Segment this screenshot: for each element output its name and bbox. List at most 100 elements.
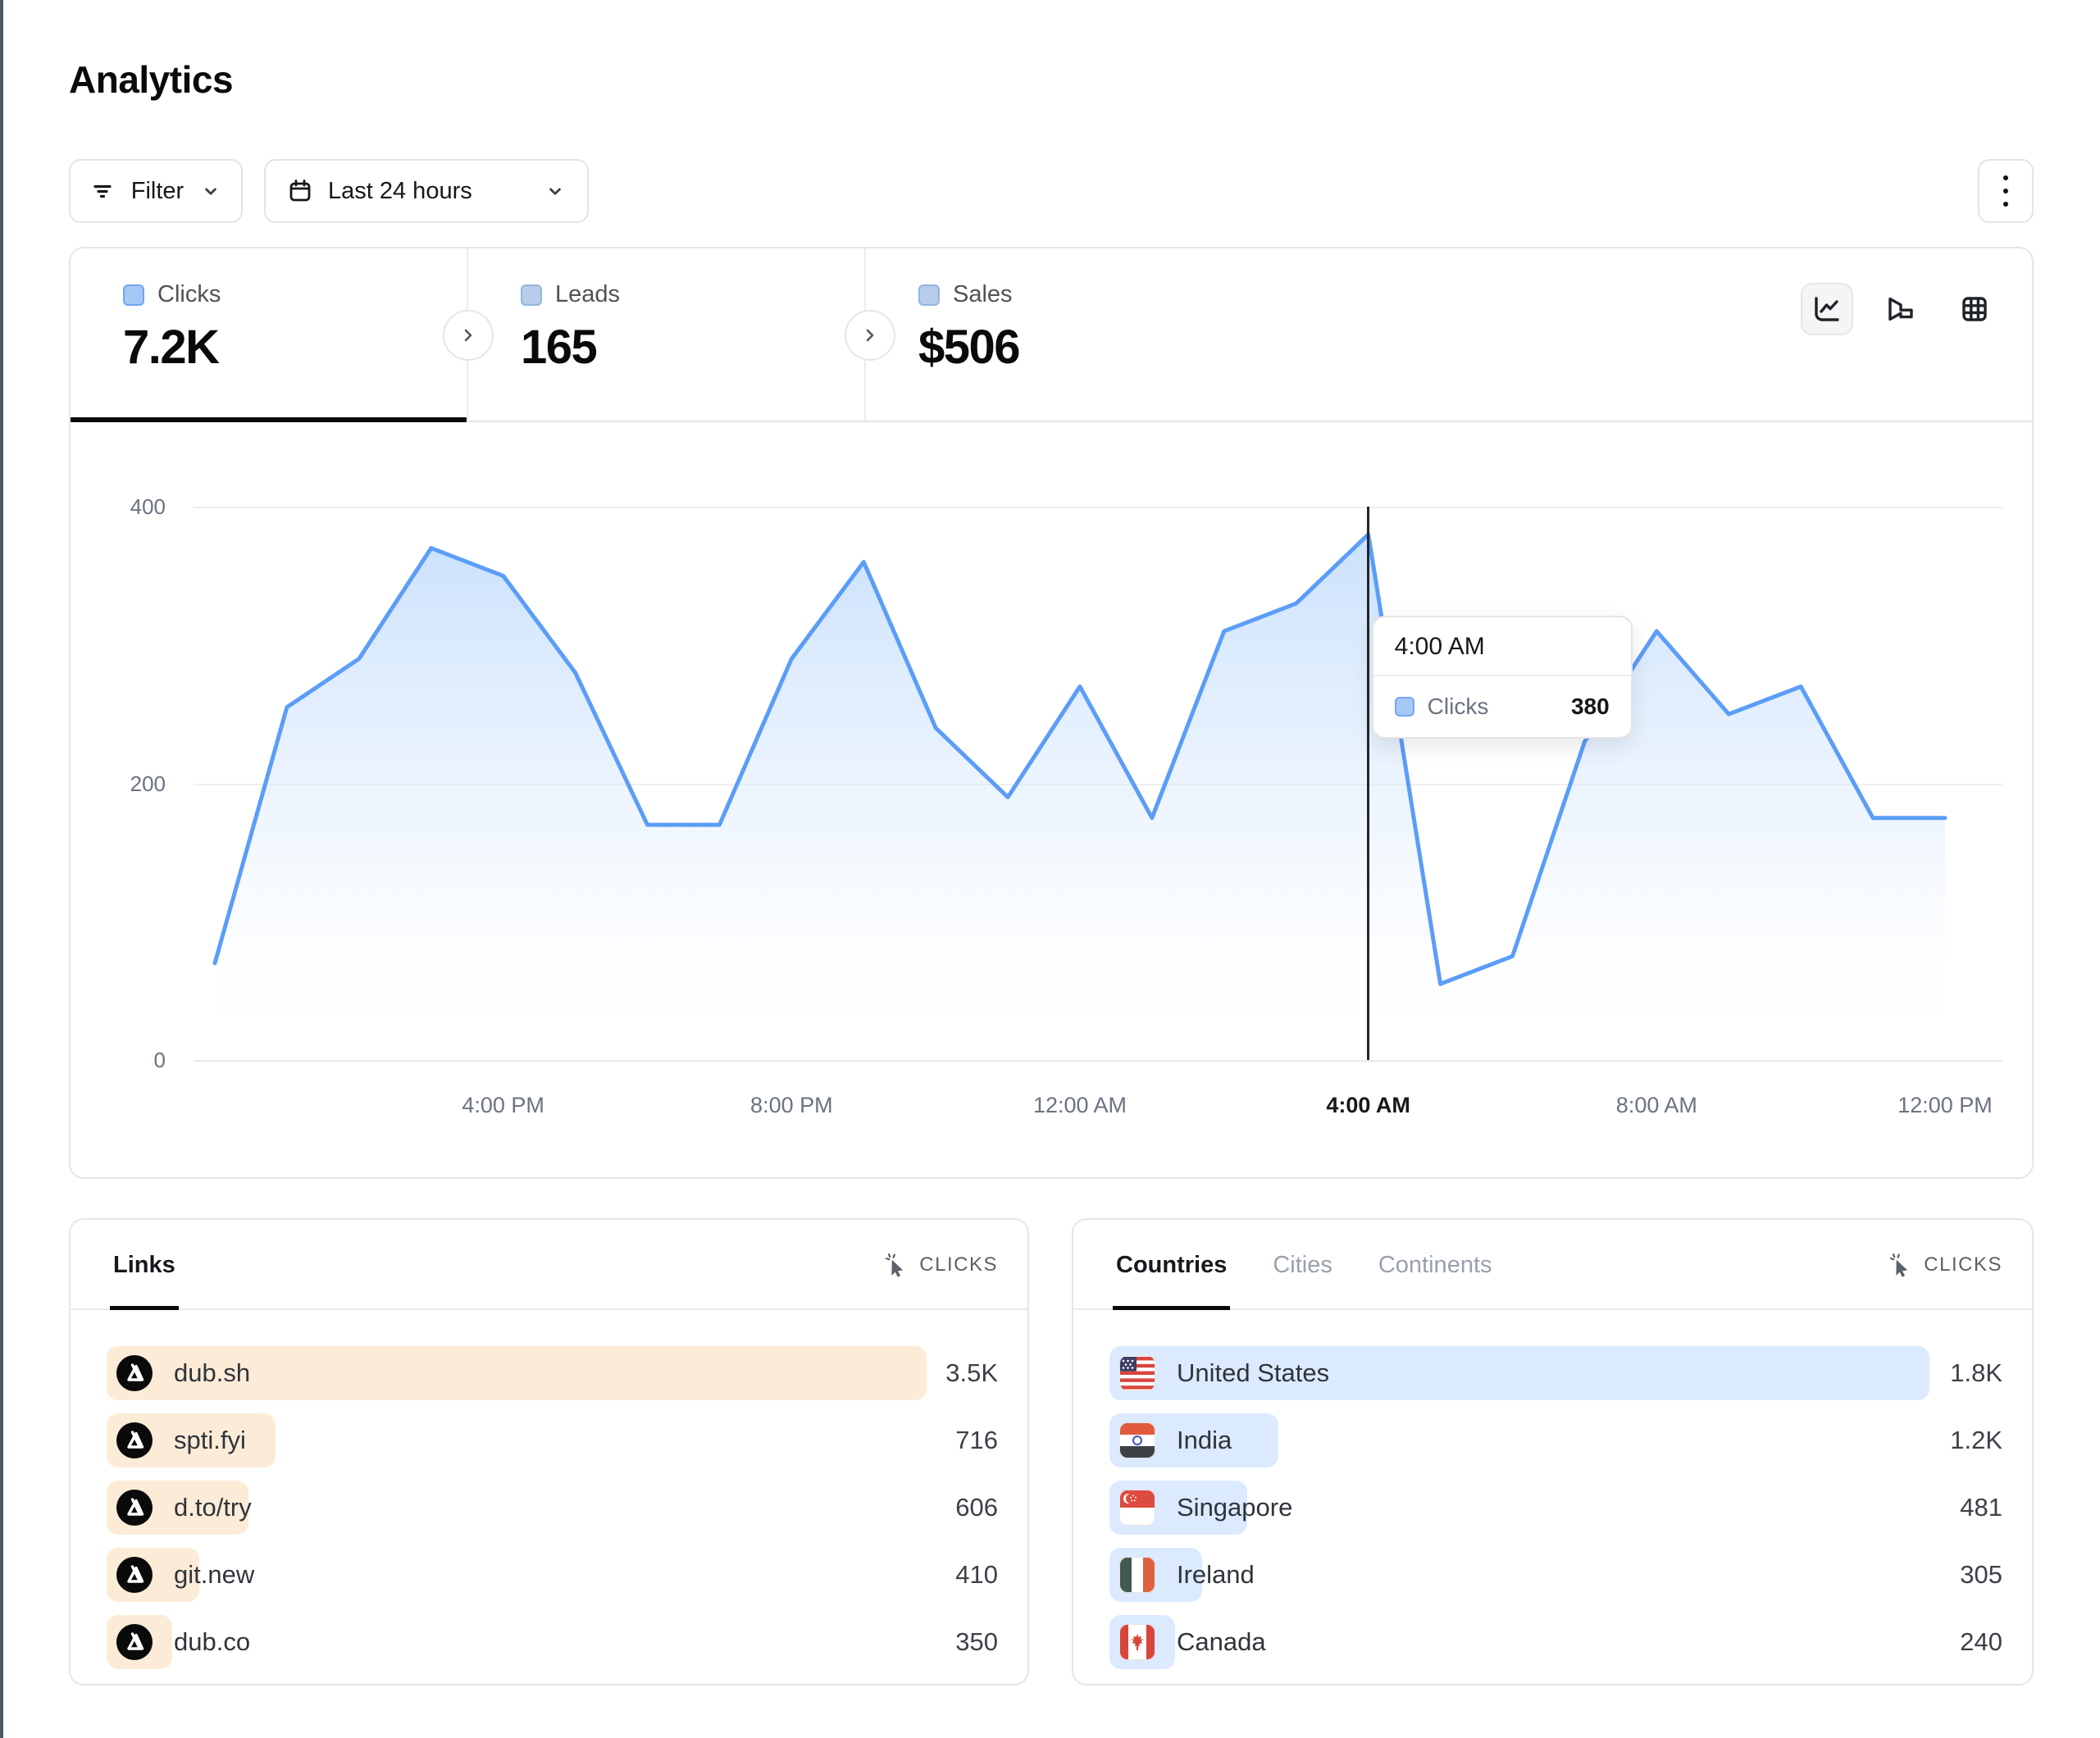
gridline-0 [194, 1060, 2002, 1062]
link-label: spti.fyi [174, 1426, 246, 1455]
more-options-button[interactable] [1978, 159, 2034, 223]
chevron-down-icon [200, 180, 221, 202]
y-axis-tick: 0 [84, 1047, 166, 1073]
country-label: India [1177, 1426, 1232, 1455]
tab-sales[interactable]: Sales $506 [866, 248, 1264, 421]
x-axis-tick: 8:00 PM [750, 1093, 833, 1118]
tab-cities[interactable]: Cities [1273, 1220, 1332, 1310]
date-range-button[interactable]: Last 24 hours [264, 159, 589, 223]
clicks-area-chart [215, 507, 1945, 1060]
chevron-right-icon [458, 325, 478, 345]
link-row[interactable]: dub.sh 3.5K [107, 1346, 998, 1400]
tab-clicks-value: 7.2K [123, 320, 467, 375]
clicks-area-fill [215, 535, 1945, 1060]
line-chart-view-button[interactable] [1801, 283, 1853, 335]
calendar-icon [287, 178, 313, 204]
kebab-icon [2003, 171, 2008, 211]
page-title: Analytics [69, 57, 2034, 102]
tooltip-series-label: Clicks [1428, 694, 1489, 720]
clicks-chart[interactable]: 400 200 0 4:00 PM 8:00 [71, 422, 2032, 1177]
link-clicks-value: 410 [955, 1548, 998, 1602]
country-row[interactable]: Singapore 481 [1109, 1481, 2002, 1535]
dub-logo-icon [116, 1422, 153, 1458]
country-row[interactable]: Canada 240 [1109, 1615, 2002, 1669]
tab-continents[interactable]: Continents [1378, 1220, 1492, 1310]
country-label: United States [1177, 1358, 1329, 1388]
tab-sales-label: Sales [953, 281, 1013, 308]
canada-flag-icon [1119, 1624, 1155, 1660]
country-label: Ireland [1177, 1560, 1255, 1590]
link-clicks-value: 3.5K [945, 1346, 998, 1400]
singapore-flag-icon [1119, 1490, 1155, 1526]
links-metric-selector[interactable]: CLICKS [885, 1253, 998, 1277]
dub-logo-icon [116, 1624, 153, 1660]
link-label: d.to/try [174, 1493, 252, 1522]
x-axis-tick: 12:00 PM [1897, 1093, 1993, 1118]
expand-sales-button[interactable] [845, 310, 895, 361]
filter-icon [90, 179, 115, 203]
y-axis-tick: 400 [84, 494, 166, 520]
tab-leads[interactable]: Leads 165 [468, 248, 866, 421]
filter-button[interactable]: Filter [69, 159, 243, 223]
x-axis-tick: 12:00 AM [1033, 1093, 1127, 1118]
table-grid-icon [1958, 293, 1991, 325]
click-cursor-icon [1889, 1253, 1914, 1277]
metric-tabs: Clicks 7.2K Leads 165 Sales [71, 248, 2032, 422]
click-cursor-icon [885, 1253, 909, 1277]
tab-links[interactable]: Links [113, 1220, 175, 1310]
link-row[interactable]: spti.fyi 716 [107, 1413, 998, 1467]
line-chart-icon [1811, 293, 1843, 325]
link-row[interactable]: dub.co 350 [107, 1615, 998, 1669]
tab-sales-value: $506 [918, 320, 1264, 375]
analytics-page: Analytics Filter [0, 0, 2100, 1738]
hover-crosshair [1367, 507, 1369, 1060]
x-axis-tick-highlighted: 4:00 AM [1326, 1093, 1410, 1118]
countries-panel: Countries Cities Continents CLICKS [1072, 1218, 2034, 1686]
tab-clicks[interactable]: Clicks 7.2K [71, 248, 468, 421]
chevron-down-icon [544, 180, 566, 202]
clicks-marker-icon [123, 284, 144, 306]
chart-view-switcher [1801, 283, 2001, 335]
sales-marker-icon [918, 284, 940, 306]
links-panel: Links CLICKS [69, 1218, 1029, 1686]
analytics-card: Clicks 7.2K Leads 165 Sales [69, 247, 2034, 1179]
date-range-label: Last 24 hours [328, 178, 472, 205]
country-row[interactable]: United States 1.8K [1109, 1346, 2002, 1400]
dub-logo-icon [116, 1557, 153, 1593]
links-metric-label: CLICKS [919, 1253, 998, 1276]
country-row[interactable]: Ireland 305 [1109, 1548, 2002, 1602]
tooltip-value: 380 [1571, 694, 1610, 720]
link-clicks-value: 716 [955, 1413, 998, 1467]
country-clicks-value: 240 [1960, 1615, 2002, 1669]
countries-metric-selector[interactable]: CLICKS [1889, 1253, 2002, 1277]
country-clicks-value: 481 [1960, 1481, 2002, 1535]
tab-countries[interactable]: Countries [1116, 1220, 1227, 1310]
tab-leads-value: 165 [521, 320, 864, 375]
link-clicks-value: 606 [955, 1481, 998, 1535]
united-states-flag-icon [1119, 1355, 1155, 1391]
x-axis-tick: 8:00 AM [1616, 1093, 1697, 1118]
tab-leads-label: Leads [555, 281, 620, 308]
x-axis-tick: 4:00 PM [462, 1093, 544, 1118]
chart-tooltip: 4:00 AM Clicks 380 [1372, 616, 1633, 739]
leads-marker-icon [521, 284, 542, 306]
expand-leads-button[interactable] [443, 310, 494, 361]
india-flag-icon [1119, 1422, 1155, 1458]
link-label: git.new [174, 1560, 254, 1590]
country-clicks-value: 1.8K [1950, 1346, 2002, 1400]
toolbar: Filter Last 24 hours [69, 159, 2034, 223]
y-axis-tick: 200 [84, 771, 166, 797]
ireland-flag-icon [1119, 1557, 1155, 1593]
country-row[interactable]: India 1.2K [1109, 1413, 2002, 1467]
table-view-button[interactable] [1948, 283, 2001, 335]
country-clicks-value: 1.2K [1950, 1413, 2002, 1467]
country-clicks-value: 305 [1960, 1548, 2002, 1602]
chevron-right-icon [860, 325, 880, 345]
funnel-icon [1884, 293, 1917, 325]
tooltip-time: 4:00 AM [1373, 617, 1631, 676]
filter-button-label: Filter [131, 178, 184, 205]
funnel-view-button[interactable] [1875, 283, 1927, 335]
link-row[interactable]: d.to/try 606 [107, 1481, 998, 1535]
left-edge-strip [0, 0, 3, 1738]
link-row[interactable]: git.new 410 [107, 1548, 998, 1602]
